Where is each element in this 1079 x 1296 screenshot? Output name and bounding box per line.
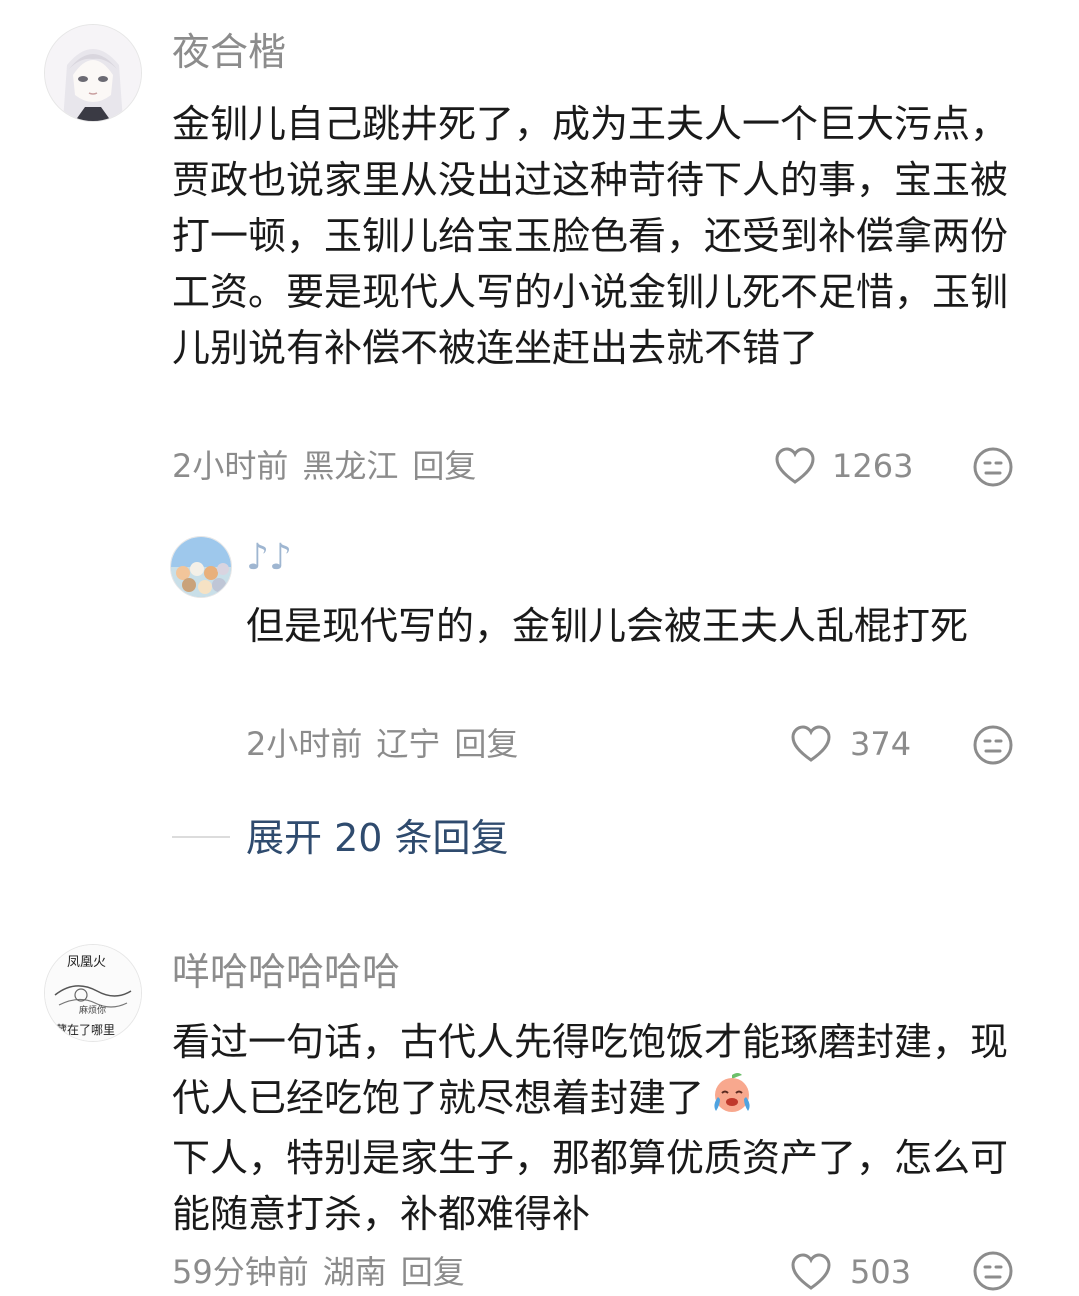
like-button[interactable] — [774, 446, 818, 486]
comment-time: 2小时前 — [172, 447, 289, 485]
like-button[interactable] — [790, 1252, 834, 1292]
comment-location: 湖南 — [322, 1253, 387, 1291]
reaction-button[interactable] — [972, 446, 1014, 488]
heart-icon — [791, 725, 831, 762]
comment-meta: 2小时前 黑龙江 回复 — [172, 446, 490, 486]
avatar[interactable]: 凤凰火 麻烦你 藏在了哪里 — [44, 944, 142, 1042]
face-icon — [973, 725, 1013, 765]
comment-text: 金钏儿自己跳井死了，成为王夫人一个巨大污点，贾政也说家里从没出过这种苛待下人的事… — [172, 102, 1009, 370]
reply-reaction-button[interactable] — [972, 724, 1014, 766]
heart-icon — [775, 447, 815, 484]
like-count: 1263 — [832, 447, 914, 485]
reaction-button[interactable] — [972, 1250, 1014, 1292]
avatar-caption-top: 凤凰火 — [67, 955, 107, 970]
reply-avatar[interactable] — [170, 536, 232, 598]
reply-meta: 2小时前 辽宁 回复 — [246, 724, 532, 764]
avatar-cats-image — [171, 537, 231, 597]
reply-like-button[interactable] — [790, 724, 834, 764]
expand-divider — [172, 836, 230, 838]
comment-text-part2: 下人，特别是家生子，那都算优质资产了，怎么可能随意打杀，补都难得补 — [172, 1136, 1009, 1236]
reply-like-count: 374 — [850, 725, 912, 763]
avatar[interactable] — [44, 24, 142, 122]
reply-time: 2小时前 — [246, 725, 363, 763]
reply-button[interactable]: 回复 — [412, 447, 476, 485]
comment-location: 黑龙江 — [302, 447, 399, 485]
comment-meta: 59分钟前 湖南 回复 — [172, 1252, 479, 1292]
expand-replies-button[interactable]: 展开 20 条回复 — [246, 816, 509, 860]
heart-icon — [791, 1253, 831, 1290]
comment-text-part1: 看过一句话，古代人先得吃饱饭才能琢磨封建，现代人已经吃饱了就尽想着封建了 — [172, 1020, 1009, 1120]
like-count: 503 — [850, 1253, 912, 1291]
avatar-anime-girl — [45, 25, 141, 121]
username[interactable]: 咩哈哈哈哈哈 — [172, 950, 400, 994]
reply-text: 但是现代写的，金钏儿会被王夫人乱棍打死 — [246, 604, 969, 648]
face-icon — [973, 1251, 1013, 1291]
username[interactable]: 夜合楷 — [172, 30, 286, 74]
reply-button[interactable]: 回复 — [401, 1253, 465, 1291]
face-icon — [973, 447, 1013, 487]
comment-text: 看过一句话，古代人先得吃饱饭才能琢磨封建，现代人已经吃饱了就尽想着封建了 下人，… — [172, 1014, 1022, 1242]
reply-username[interactable]: ♪♪ — [246, 536, 292, 580]
crying-emoji — [708, 1071, 756, 1130]
avatar-caption-bottom: 藏在了哪里 — [55, 1023, 116, 1037]
reply-reply-button[interactable]: 回复 — [454, 725, 518, 763]
avatar-caption-mid: 麻烦你 — [79, 1006, 107, 1016]
comment-time: 59分钟前 — [172, 1253, 309, 1291]
reply-location: 辽宁 — [376, 725, 441, 763]
